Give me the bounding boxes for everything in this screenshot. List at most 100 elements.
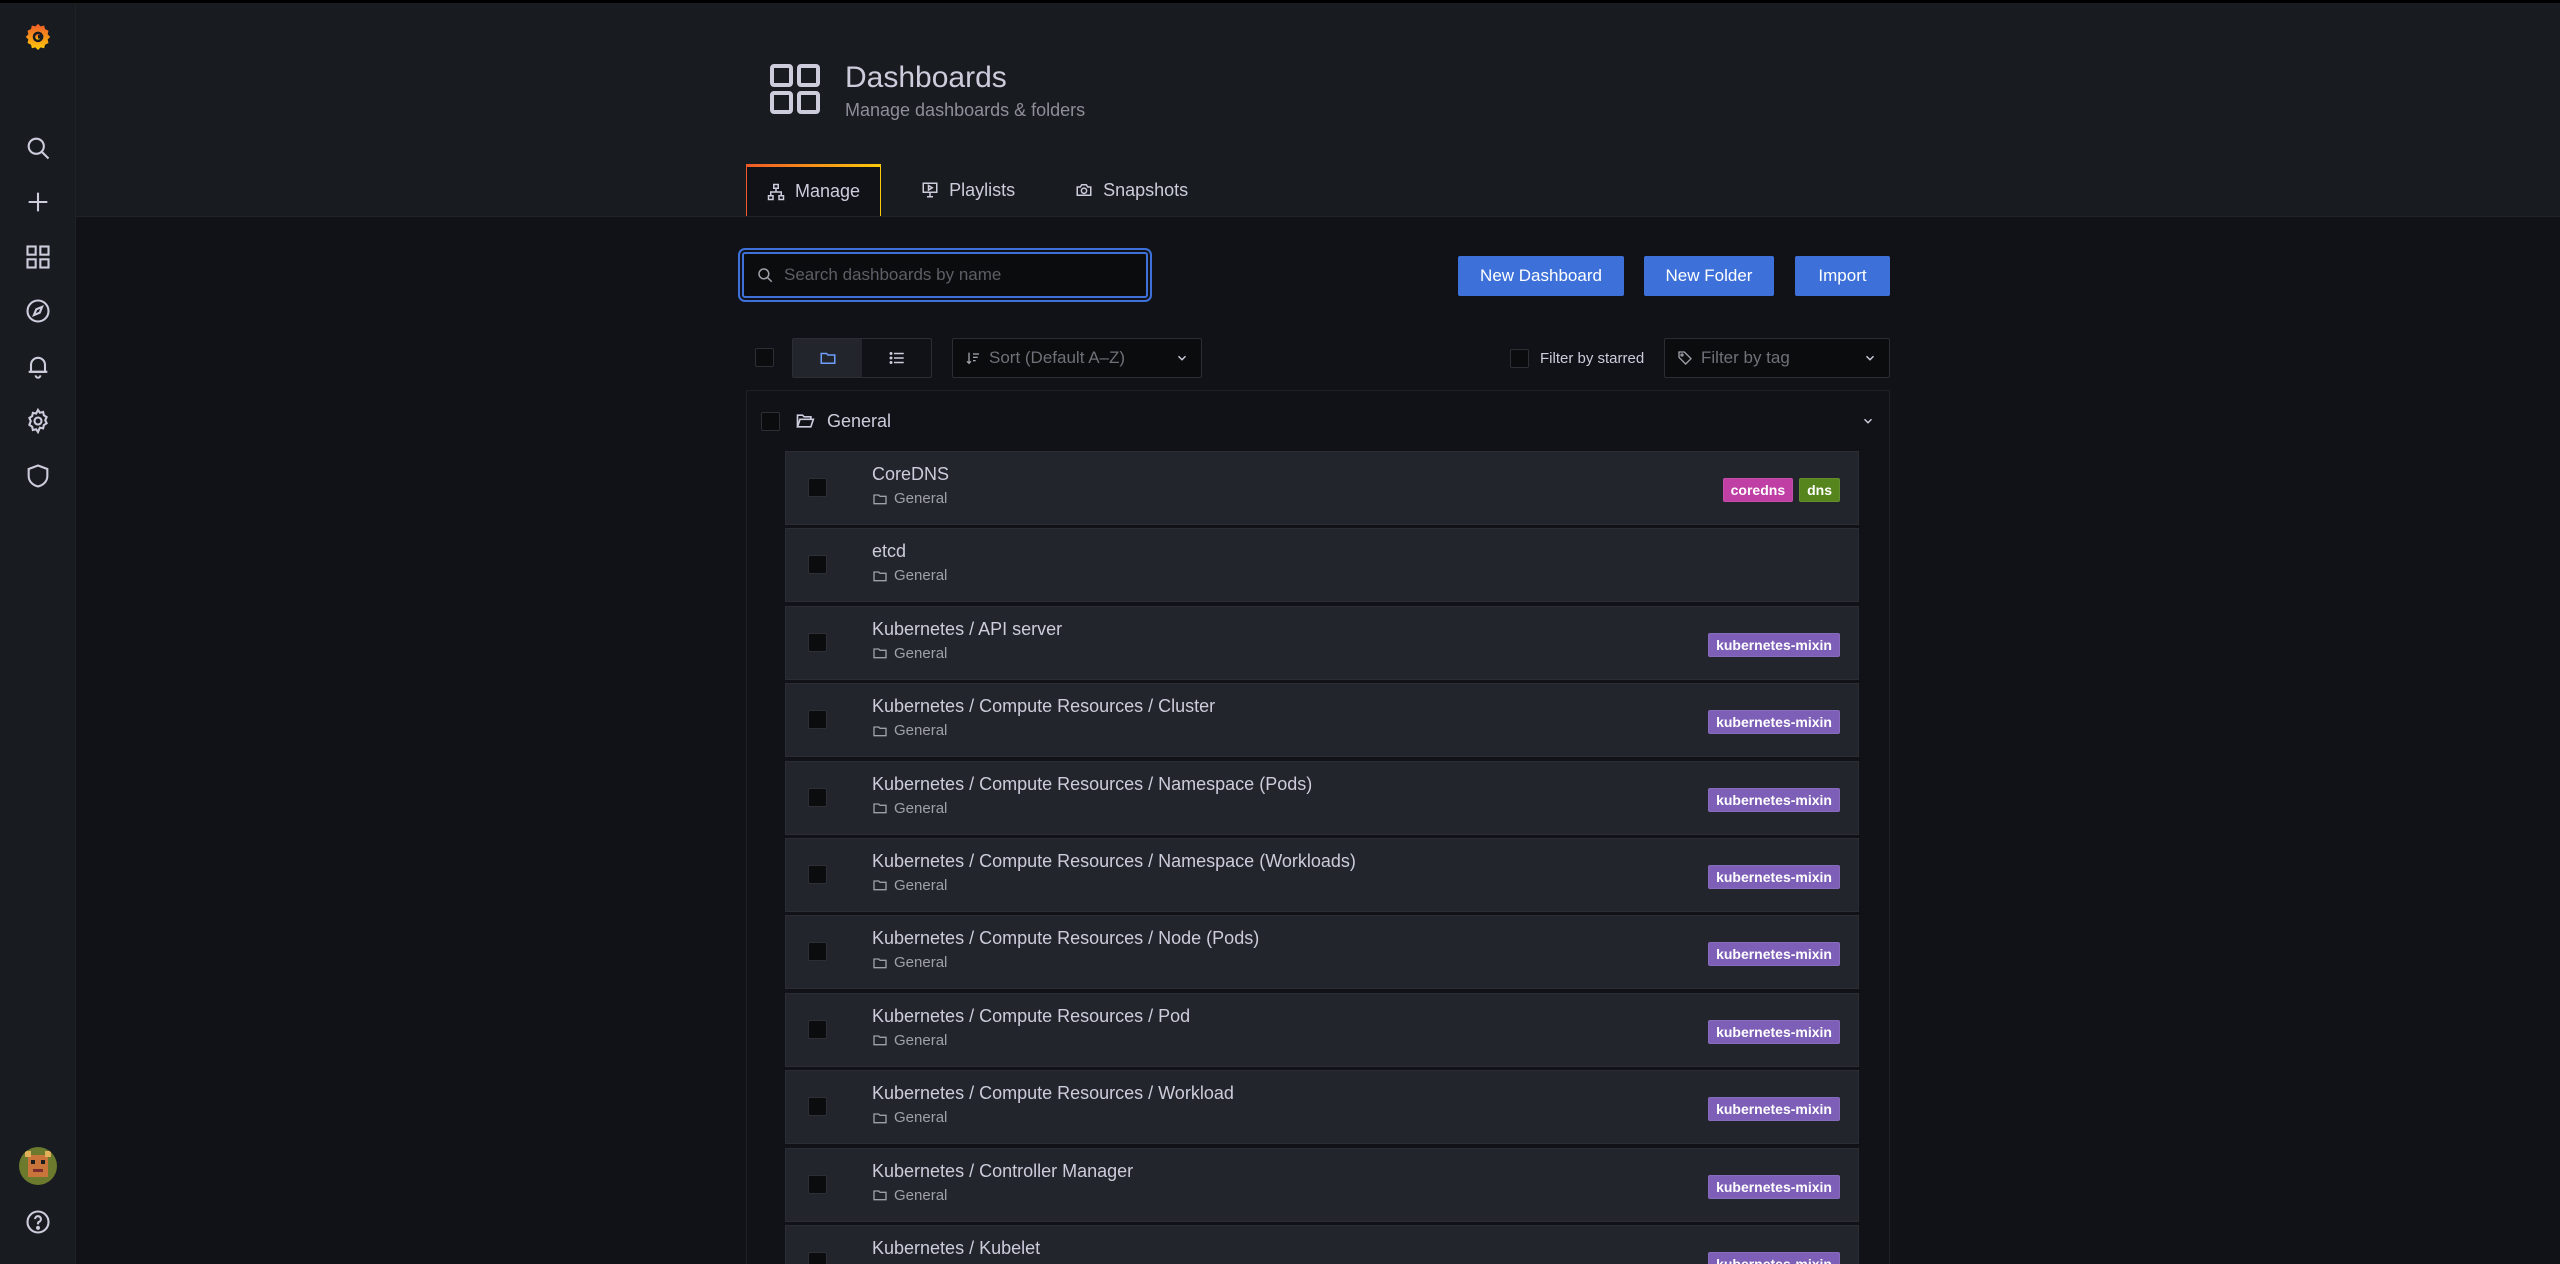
dashboard-title[interactable]: CoreDNS (872, 464, 949, 485)
shield-icon[interactable] (0, 449, 75, 503)
dashboard-folder: General (872, 1032, 947, 1049)
dashboard-folder: General (872, 877, 947, 894)
tag-badge[interactable]: kubernetes-mixin (1708, 1019, 1840, 1044)
dashboard-tags: kubernetes-mixin (1708, 632, 1840, 657)
dashboard-checkbox[interactable] (808, 478, 827, 497)
search-dashboards-field[interactable] (742, 252, 1148, 298)
dashboard-title[interactable]: Kubernetes / Compute Resources / Node (P… (872, 928, 1259, 949)
new-dashboard-button[interactable]: New Dashboard (1458, 256, 1624, 296)
folder-icon (873, 648, 887, 659)
dashboard-checkbox[interactable] (808, 1251, 827, 1264)
tab-snapshots[interactable]: Snapshots (1035, 164, 1208, 216)
dashboard-checkbox[interactable] (808, 555, 827, 575)
dashboard-folder-name: General (894, 644, 948, 662)
bell-icon[interactable] (0, 339, 75, 393)
tag-badge[interactable]: kubernetes-mixin (1708, 1251, 1840, 1264)
new-folder-button[interactable]: New Folder (1644, 256, 1774, 296)
dashboard-row[interactable]: Kubernetes / Controller Manager General ku… (785, 1147, 1859, 1222)
list-view-button[interactable] (862, 339, 931, 377)
filter-by-starred[interactable]: Filter by starred (1510, 349, 1644, 368)
dashboard-row[interactable]: Kubernetes / KubeletGeneralkubernetes-mi… (785, 1224, 1859, 1264)
folder-checkbox[interactable] (761, 411, 780, 431)
tab-manage[interactable]: Manage (746, 164, 882, 216)
page-subtitle: Manage dashboards & folders (845, 100, 1086, 120)
dashboard-checkbox[interactable] (808, 864, 827, 884)
dashboard-title[interactable]: Kubernetes / Controller Manager (872, 1161, 1133, 1182)
chevron-down-icon[interactable] (1861, 414, 1875, 428)
tag-badge[interactable]: kubernetes-mixin (1708, 787, 1840, 812)
tag-filter-select[interactable]: Filter by tag (1664, 338, 1890, 378)
tab-label: Snapshots (1103, 179, 1189, 200)
page-tabs: Manage Playlists Snapshots (746, 164, 1208, 216)
dashboard-checkbox[interactable] (808, 710, 827, 730)
page-header: Dashboards Manage dashboards & folders M… (76, 3, 2560, 217)
dashboard-row[interactable]: Kubernetes / Compute Resources / Workloa… (785, 1070, 1859, 1145)
search-input[interactable] (782, 264, 1146, 286)
folder-icon (873, 1035, 887, 1046)
dashboard-tags: kubernetes-mixin (1708, 942, 1840, 967)
dashboard-checkbox[interactable] (808, 942, 827, 962)
dashboard-row[interactable]: Kubernetes / Compute Resources / Pod Gene… (785, 992, 1859, 1067)
tag-badge[interactable]: kubernetes-mixin (1708, 864, 1840, 889)
grafana-logo-icon[interactable] (0, 9, 75, 63)
dashboard-title[interactable]: Kubernetes / Compute Resources / Namespa… (872, 774, 1312, 795)
dashboard-title[interactable]: Kubernetes / Compute Resources / Cluster (872, 696, 1215, 717)
select-all-checkbox[interactable] (755, 348, 774, 367)
tag-badge[interactable]: kubernetes-mixin (1708, 942, 1840, 967)
dashboard-folder-name: General (894, 799, 948, 817)
dashboard-row[interactable]: CoreDNS General coredns dns (785, 451, 1859, 525)
dashboard-row[interactable]: Kubernetes / API server General kubernetes… (785, 605, 1859, 680)
dashboard-folder-name: General (894, 876, 948, 894)
apps-icon[interactable] (0, 230, 75, 284)
dashboard-row[interactable]: Kubernetes / Compute Resources / Cluster… (785, 683, 1859, 758)
tag-placeholder: Filter by tag (1701, 348, 1790, 367)
dashboard-title[interactable]: Kubernetes / Compute Resources / Pod (872, 1006, 1190, 1027)
sort-amount-down-icon (966, 352, 979, 365)
dashboard-folder: General (872, 490, 947, 507)
tag-badge[interactable]: dns (1799, 478, 1840, 502)
dashboard-folder-name: General (894, 1186, 948, 1204)
plus-icon[interactable] (0, 175, 75, 229)
dashboard-title[interactable]: Kubernetes / Kubelet (872, 1238, 1040, 1259)
cog-icon[interactable] (0, 394, 75, 448)
import-button[interactable]: Import (1795, 256, 1890, 296)
dashboard-title[interactable]: Kubernetes / Compute Resources / Namespa… (872, 851, 1356, 872)
dashboard-title[interactable]: Kubernetes / Compute Resources / Workloa… (872, 1083, 1234, 1104)
search-icon[interactable] (0, 121, 75, 175)
dashboard-tags: kubernetes-mixin (1708, 1097, 1840, 1122)
sort-select[interactable]: Sort (Default A–Z) (952, 338, 1202, 378)
avatar[interactable] (19, 1147, 57, 1185)
dashboard-checkbox[interactable] (808, 632, 827, 652)
side-menu (0, 3, 76, 1264)
compass-icon[interactable] (0, 284, 75, 338)
dashboard-folder-name: General (894, 722, 948, 740)
folder-icon (873, 726, 887, 737)
tag-badge[interactable]: coredns (1722, 478, 1794, 502)
tag-badge[interactable]: kubernetes-mixin (1708, 710, 1840, 735)
dashboard-title[interactable]: Kubernetes / API server (872, 619, 1062, 640)
dashboard-row[interactable]: Kubernetes / Compute Resources / Namespa… (785, 837, 1859, 912)
dashboard-checkbox[interactable] (808, 1019, 827, 1039)
tab-label: Playlists (949, 179, 1016, 200)
question-circle-icon[interactable] (0, 1195, 75, 1249)
dashboard-checkbox[interactable] (808, 1097, 827, 1117)
dashboard-checkbox[interactable] (808, 787, 827, 807)
dashboard-row[interactable]: Kubernetes / Compute Resources / Node (P… (785, 915, 1859, 990)
folder-section-general[interactable]: General (747, 391, 1889, 451)
tag-badge[interactable]: kubernetes-mixin (1708, 1097, 1840, 1122)
dashboard-row[interactable]: Kubernetes / Compute Resources / Namespa… (785, 760, 1859, 835)
folder-icon (873, 958, 887, 969)
dashboard-folder-name: General (894, 1109, 948, 1127)
tag-badge[interactable]: kubernetes-mixin (1708, 632, 1840, 657)
starred-checkbox[interactable] (1510, 349, 1529, 368)
tab-playlists[interactable]: Playlists (881, 164, 1035, 216)
dashboard-tags: kubernetes-mixin (1708, 1019, 1840, 1044)
folder-view-button[interactable] (793, 339, 862, 377)
list-icon (889, 352, 904, 364)
dashboard-checkbox[interactable] (808, 1174, 827, 1194)
dashboard-row[interactable]: etcd General (785, 528, 1859, 603)
tag-badge[interactable]: kubernetes-mixin (1708, 1174, 1840, 1199)
dashboard-folder: General (872, 645, 947, 662)
dashboard-title[interactable]: etcd (872, 541, 906, 562)
dashboard-rows: CoreDNS General coredns dns etcd General Kuber… (785, 451, 1859, 1264)
